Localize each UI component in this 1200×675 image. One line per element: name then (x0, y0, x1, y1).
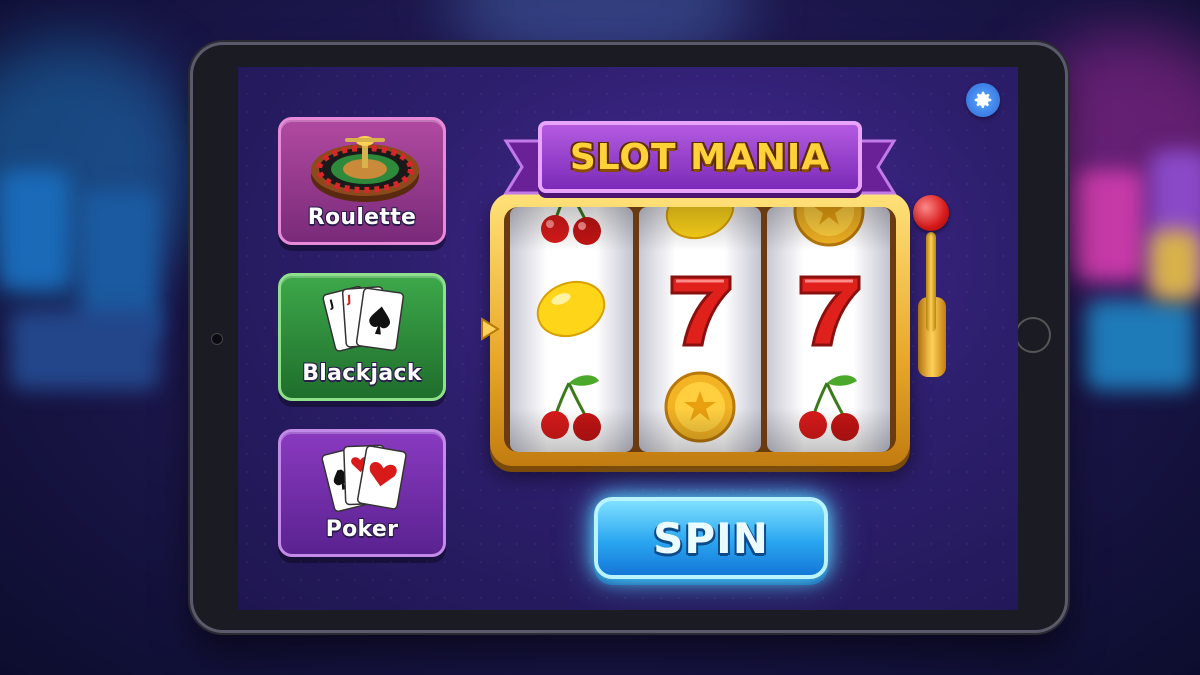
cherry-icon (798, 375, 859, 441)
seven-icon (670, 275, 732, 347)
tile-label-blackjack: Blackjack (302, 361, 422, 386)
settings-button[interactable] (966, 83, 1000, 117)
payline-arrow-icon (481, 317, 500, 341)
game-tile-blackjack[interactable]: J J Blackjack (278, 273, 446, 401)
coin-icon (664, 371, 736, 443)
spin-button-label: SPIN (653, 513, 769, 563)
slot-machine (490, 193, 910, 466)
tile-label-poker: Poker (325, 517, 399, 542)
roulette-wheel-icon (311, 136, 419, 202)
banner-plate: SLOT MANIA (538, 121, 862, 193)
reel-1 (510, 207, 633, 452)
lemon-icon (537, 280, 606, 338)
lever-rod[interactable] (926, 232, 936, 332)
cherry-icon (541, 375, 602, 441)
game-tile-poker[interactable]: Poker (278, 429, 446, 557)
game-screen: Roulette J J Blackjack Poker SLOT MANIA … (238, 67, 1018, 610)
gear-icon (974, 91, 992, 108)
lever-knob[interactable] (913, 195, 949, 231)
title-banner: SLOT MANIA (500, 109, 900, 219)
tablet-device: Roulette J J Blackjack Poker SLOT MANIA … (193, 45, 1065, 630)
reel-3 (767, 207, 891, 452)
game-tile-roulette[interactable]: Roulette (278, 117, 446, 245)
svg-text:J: J (346, 293, 352, 306)
spin-button[interactable]: SPIN (594, 497, 828, 579)
seven-icon (799, 275, 861, 347)
tile-label-roulette: Roulette (307, 205, 417, 230)
playing-cards-icon: J J (322, 285, 405, 352)
reel-2 (638, 207, 762, 452)
home-button[interactable] (1015, 317, 1051, 353)
camera-icon (211, 333, 223, 345)
page-title: SLOT MANIA (569, 136, 831, 178)
reel-window (504, 207, 896, 452)
poker-cards-icon (321, 444, 407, 513)
